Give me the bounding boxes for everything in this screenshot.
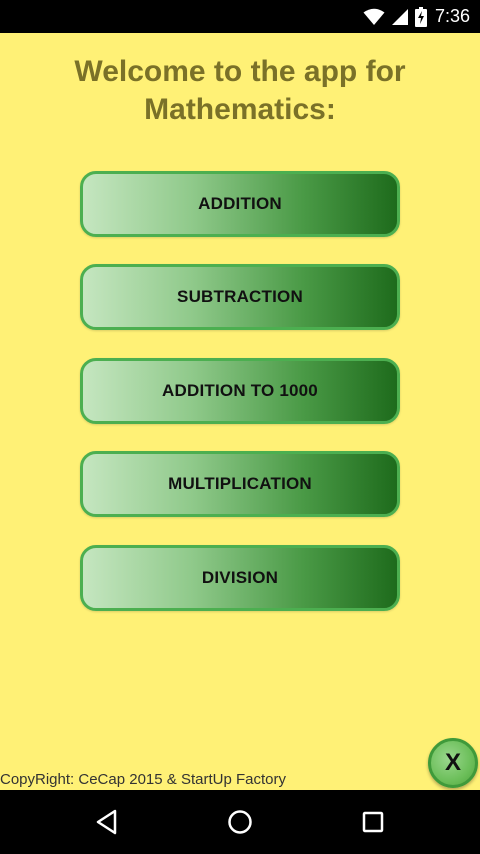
multiplication-button[interactable]: MULTIPLICATION xyxy=(80,451,400,517)
main-screen: Welcome to the app for Mathematics: ADDI… xyxy=(0,33,480,790)
subtraction-button[interactable]: SUBTRACTION xyxy=(80,264,400,330)
addition-to-1000-button[interactable]: ADDITION TO 1000 xyxy=(80,358,400,424)
division-button[interactable]: DIVISION xyxy=(80,545,400,611)
addition-button[interactable]: ADDITION xyxy=(80,171,400,237)
status-time: 7:36 xyxy=(434,6,470,26)
home-icon[interactable] xyxy=(224,806,256,838)
page-title: Welcome to the app for Mathematics: xyxy=(74,55,406,126)
recents-icon[interactable] xyxy=(357,806,389,838)
navigation-bar xyxy=(0,790,480,854)
status-bar: 7:36 xyxy=(0,0,480,33)
battery-charging-icon xyxy=(414,6,427,27)
wifi-icon xyxy=(363,8,385,26)
copyright-text: CopyRight: CeCap 2015 & StartUp Factory xyxy=(0,771,286,788)
close-button[interactable]: X xyxy=(428,738,478,788)
back-icon[interactable] xyxy=(91,806,123,838)
cell-signal-icon xyxy=(391,8,409,26)
